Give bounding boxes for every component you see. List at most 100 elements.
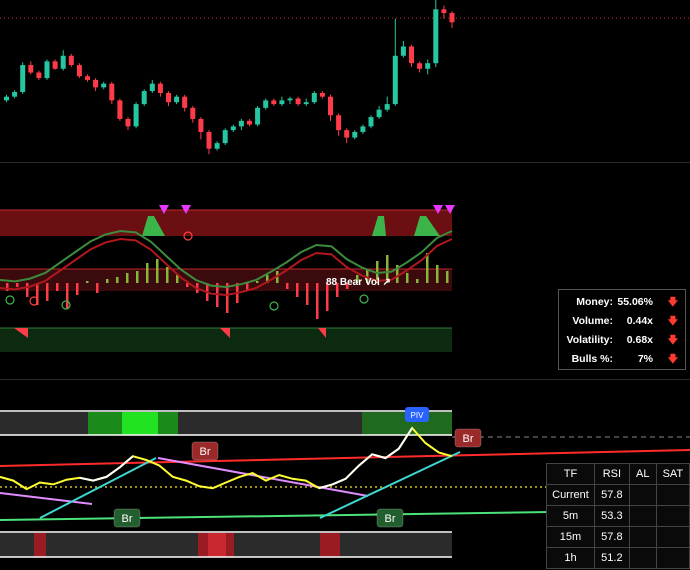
candle-body xyxy=(360,126,366,132)
candle-body xyxy=(263,100,269,108)
candle-body xyxy=(141,91,147,105)
br-label: Br xyxy=(385,513,396,525)
cell-sat xyxy=(655,526,690,548)
table-row: Current 57.8 xyxy=(546,484,690,506)
candle-body xyxy=(319,92,325,97)
header-tf: TF xyxy=(546,463,595,485)
cell-sat xyxy=(655,547,690,569)
histogram-bar xyxy=(76,283,79,295)
candle-body xyxy=(133,104,139,127)
stat-money: Money: 55.06% 🡇 xyxy=(559,292,687,311)
candle-body xyxy=(417,63,423,69)
candle-body xyxy=(328,96,333,116)
candle-body xyxy=(85,76,90,80)
candle-body xyxy=(344,130,350,138)
candle-body xyxy=(101,83,107,88)
candle-body xyxy=(255,107,261,125)
cross-marker xyxy=(269,301,279,311)
candle-body xyxy=(117,100,123,119)
candle-body xyxy=(279,100,285,105)
candle-body xyxy=(368,117,374,127)
candle-body xyxy=(157,83,163,93)
header-sat: SAT xyxy=(655,463,690,485)
table-row: 15m 57.8 xyxy=(546,526,690,548)
candle-body xyxy=(392,55,398,105)
histogram-bar xyxy=(26,283,29,297)
stat-label: Bulls %: xyxy=(571,353,613,365)
candle-body xyxy=(238,120,244,127)
cell-sat xyxy=(655,505,690,527)
stat-bulls: Bulls %: 7% 🡇 xyxy=(559,349,687,368)
cell-al xyxy=(628,526,657,548)
histogram-bar xyxy=(436,265,439,283)
histogram-bar xyxy=(136,271,139,283)
candle-body xyxy=(449,13,455,23)
down-arrow-icon: 🡇 xyxy=(667,335,678,346)
upper-strip-bull-strong xyxy=(122,412,158,435)
candle-body xyxy=(433,9,439,64)
cell-sat xyxy=(655,484,690,506)
candle-body xyxy=(52,61,58,69)
candle-body xyxy=(295,98,301,105)
histogram-bar xyxy=(146,263,149,283)
histogram-bar xyxy=(306,283,309,305)
stat-value: 0.44x xyxy=(626,315,653,327)
oscillator-label: 88 Bear Vol ↗ xyxy=(326,277,391,288)
cell-tf: 1h xyxy=(546,547,595,569)
candle-body xyxy=(198,118,204,132)
histogram-bar xyxy=(126,273,129,283)
br-label: Br xyxy=(122,513,133,525)
candle-body xyxy=(222,130,228,144)
candle-body xyxy=(400,46,406,56)
cell-tf: 5m xyxy=(546,505,595,527)
histogram-bar xyxy=(256,281,259,283)
histogram-bar xyxy=(6,283,9,291)
cell-rsi: 51.2 xyxy=(593,547,630,569)
piv-label: PIV xyxy=(411,411,425,420)
candle-body xyxy=(271,100,277,105)
histogram-bar xyxy=(66,283,69,309)
histogram-bar xyxy=(316,283,319,319)
histogram-bar xyxy=(96,283,99,293)
table-row: 1h 51.2 xyxy=(546,547,690,569)
candle-body xyxy=(425,63,431,69)
candle-body xyxy=(68,55,74,66)
candle-body xyxy=(76,65,82,77)
candle-body xyxy=(384,104,390,110)
candle-body xyxy=(166,92,171,103)
candle-body xyxy=(303,102,309,105)
candle-body xyxy=(44,61,50,79)
candle-body xyxy=(93,79,99,88)
chart-stage: 88 Bear Vol ↗ PIV Br Br Br Br Money: 55.06% … xyxy=(0,0,690,570)
timeframe-rsi-table: TF RSI AL SAT Current 57.8 5m 53.3 15m 5… xyxy=(546,463,690,569)
cell-al xyxy=(628,505,657,527)
histogram-bar xyxy=(416,279,419,283)
histogram-bar xyxy=(296,283,299,297)
histogram-bar xyxy=(56,283,59,291)
cross-marker xyxy=(5,295,15,305)
stat-label: Volume: xyxy=(572,315,613,327)
stat-volume: Volume: 0.44x 🡇 xyxy=(559,311,687,330)
candle-body xyxy=(214,143,220,149)
stat-volatility: Volatility: 0.68x 🡇 xyxy=(559,330,687,349)
candle-body xyxy=(409,46,414,64)
cell-rsi: 57.8 xyxy=(593,484,630,506)
br-label: Br xyxy=(200,446,211,458)
stat-label: Money: xyxy=(576,296,613,308)
header-rsi: RSI xyxy=(593,463,630,485)
table-row: 5m 53.3 xyxy=(546,505,690,527)
header-al: AL xyxy=(628,463,657,485)
histogram-bar xyxy=(406,273,409,283)
candle-body xyxy=(376,109,382,118)
down-arrow-icon: 🡇 xyxy=(667,297,678,308)
stat-value: 7% xyxy=(637,353,653,365)
candle-body xyxy=(336,115,342,131)
candle-body xyxy=(206,131,212,149)
down-arrow-icon: 🡇 xyxy=(667,354,678,365)
histogram-bar xyxy=(166,267,169,283)
candle-body xyxy=(182,96,188,108)
market-stats-box: Money: 55.06% 🡇 Volume: 0.44x 🡇 Volatili… xyxy=(558,289,686,370)
candle-body xyxy=(60,55,66,69)
br-label: Br xyxy=(463,433,474,445)
histogram-bar xyxy=(106,279,109,283)
